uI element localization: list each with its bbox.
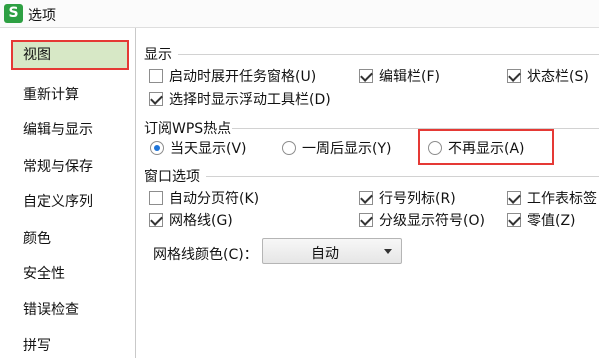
zero-values-checkbox[interactable]: 零值(Z) [507, 210, 576, 230]
sidebar-item-security[interactable]: 安全性 [11, 259, 129, 289]
title-bar: S 选项 [0, 0, 599, 28]
display-section-divider [178, 54, 599, 55]
checkbox-box[interactable] [507, 191, 521, 205]
gridline-color-label: 网格线颜色(C)： [153, 247, 258, 263]
gridlines-checkbox[interactable]: 网格线(G) [149, 210, 233, 230]
checkbox-box[interactable] [149, 191, 163, 205]
gridline-color-dropdown[interactable]: 自动 [262, 238, 402, 264]
auto-page-break-checkbox[interactable]: 自动分页符(K) [149, 188, 259, 208]
sidebar-item-custom-list[interactable]: 自定义序列 [11, 187, 129, 217]
never-show-highlight [418, 129, 554, 165]
checkbox-box[interactable] [359, 213, 373, 227]
radio-button[interactable] [282, 141, 296, 155]
display-section-title: 显示 [144, 47, 172, 63]
options-sidebar: 视图 重新计算 编辑与显示 常规与保存 自定义序列 颜色 安全性 错误检查 拼写 [0, 28, 136, 358]
show-taskpane-checkbox[interactable]: 启动时展开任务窗格(U) [149, 66, 316, 86]
checkbox-box[interactable] [149, 69, 163, 83]
sidebar-item-view[interactable]: 视图 [11, 40, 129, 70]
checkbox-box[interactable] [149, 213, 163, 227]
sidebar-item-edit-display[interactable]: 编辑与显示 [11, 115, 129, 145]
sidebar-item-general-save[interactable]: 常规与保存 [11, 152, 129, 182]
wps-hot-section-title: 订阅WPS热点 [144, 121, 232, 137]
sidebar-item-color[interactable]: 颜色 [11, 224, 129, 254]
sidebar-item-recalculate[interactable]: 重新计算 [11, 80, 129, 110]
dropdown-value: 自动 [311, 246, 339, 262]
checkbox-box[interactable] [149, 92, 163, 106]
window-options-section-divider [206, 176, 599, 177]
chevron-down-icon [384, 249, 392, 254]
radio-button[interactable] [150, 141, 164, 155]
sidebar-item-error-check[interactable]: 错误检查 [11, 295, 129, 325]
window-title: 选项 [28, 8, 56, 24]
wps-spreadsheet-icon: S [4, 4, 23, 23]
show-today-radio[interactable]: 当天显示(V) [150, 138, 247, 158]
sheet-tabs-checkbox[interactable]: 工作表标签 [507, 188, 597, 208]
outline-symbols-checkbox[interactable]: 分级显示符号(O) [359, 210, 485, 230]
checkbox-box[interactable] [507, 69, 521, 83]
window-options-section-title: 窗口选项 [144, 169, 200, 185]
checkbox-box[interactable] [507, 213, 521, 227]
checkbox-box[interactable] [359, 191, 373, 205]
row-col-headers-checkbox[interactable]: 行号列标(R) [359, 188, 456, 208]
show-after-week-radio[interactable]: 一周后显示(Y) [282, 138, 391, 158]
sidebar-item-spelling[interactable]: 拼写 [11, 331, 129, 358]
floating-toolbar-checkbox[interactable]: 选择时显示浮动工具栏(D) [149, 89, 331, 109]
checkbox-box[interactable] [359, 69, 373, 83]
formula-bar-checkbox[interactable]: 编辑栏(F) [359, 66, 440, 86]
status-bar-checkbox[interactable]: 状态栏(S) [507, 66, 589, 86]
